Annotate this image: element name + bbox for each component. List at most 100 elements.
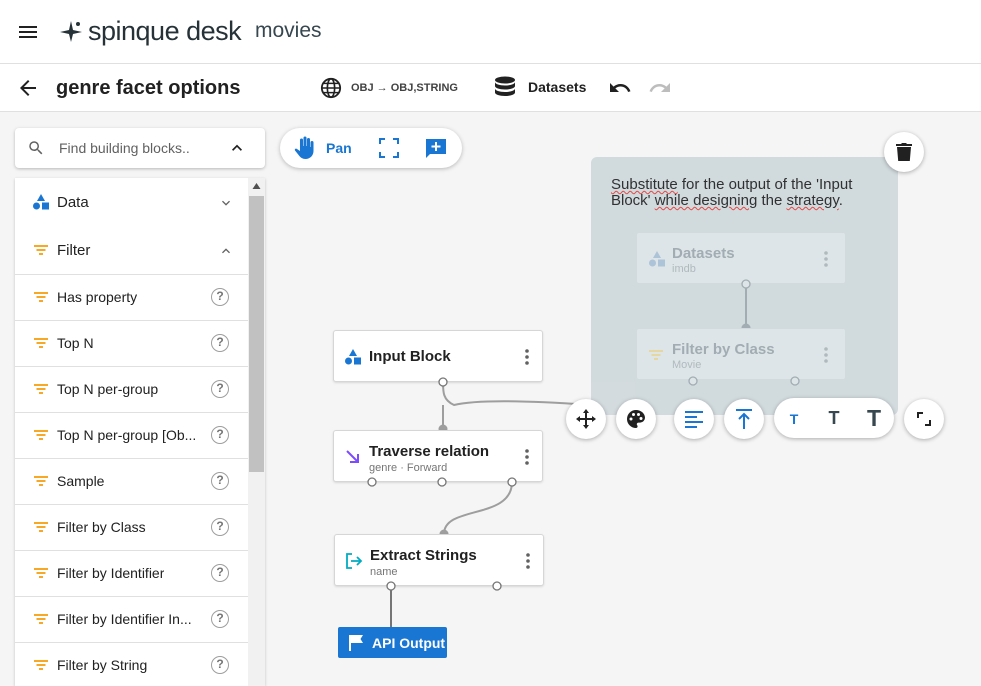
output-port[interactable] — [507, 477, 517, 487]
block-item-top-n-per-group[interactable]: Top N per-group ? — [15, 366, 248, 412]
sidebar-scrollbar[interactable] — [248, 178, 265, 686]
category-data[interactable]: Data — [15, 178, 248, 226]
block-item-filter-by-identifier-in[interactable]: Filter by Identifier In... ? — [15, 596, 248, 642]
move-note-button[interactable] — [566, 399, 606, 439]
help-icon[interactable]: ? — [211, 334, 229, 352]
block-item-has-property[interactable]: Has property ? — [15, 274, 248, 320]
block-item-filter-by-string[interactable]: Filter by String ? — [15, 642, 248, 686]
app-bar: spinque desk movies — [0, 0, 981, 64]
vertical-align-top-button[interactable] — [724, 399, 764, 439]
chevron-up-icon[interactable] — [218, 243, 234, 259]
help-icon[interactable]: ? — [211, 518, 229, 536]
output-port[interactable] — [438, 377, 448, 387]
delete-note-button[interactable] — [884, 132, 924, 172]
filter-icon — [649, 350, 663, 360]
pan-label: Pan — [326, 140, 352, 156]
pan-button[interactable]: Pan — [294, 135, 352, 161]
vertical-align-top-icon — [736, 409, 752, 429]
app-logo[interactable]: spinque desk — [58, 14, 242, 48]
spinque-logo-icon — [60, 21, 82, 42]
help-icon[interactable]: ? — [211, 656, 229, 674]
category-label: Data — [57, 194, 89, 211]
category-filter[interactable]: Filter — [15, 226, 248, 274]
strategy-header: genre facet options OBJ → OBJ,STRING Dat… — [0, 64, 981, 112]
block-item-sample[interactable]: Sample ? — [15, 458, 248, 504]
block-item-label: Top N — [57, 335, 94, 351]
hand-icon — [294, 136, 314, 159]
help-icon[interactable]: ? — [211, 380, 229, 398]
ghost-ports — [688, 376, 800, 386]
note-text[interactable]: Substitute for the output of the 'Input … — [611, 177, 881, 209]
add-comment-icon[interactable] — [424, 136, 448, 160]
help-icon[interactable]: ? — [211, 610, 229, 628]
block-item-filter-by-identifier[interactable]: Filter by Identifier ? — [15, 550, 248, 596]
note-text-part: while designing — [654, 192, 758, 209]
align-left-icon — [685, 411, 703, 428]
hamburger-menu-icon[interactable] — [16, 20, 40, 44]
shapes-icon — [33, 194, 49, 210]
block-item-top-n[interactable]: Top N ? — [15, 320, 248, 366]
api-output-node[interactable]: API Output — [338, 627, 447, 658]
filter-icon — [34, 568, 48, 578]
block-item-label: Top N per-group — [57, 381, 159, 397]
api-output-label: API Output — [372, 635, 446, 651]
fit-screen-icon[interactable] — [378, 137, 400, 159]
block-item-filter-by-class[interactable]: Filter by Class ? — [15, 504, 248, 550]
block-item-label: Top N per-group [Ob... — [57, 427, 197, 443]
block-item-top-n-per-group-ob[interactable]: Top N per-group [Ob... ? — [15, 412, 248, 458]
ghost-edge — [741, 279, 751, 333]
undo-icon[interactable] — [608, 76, 632, 100]
ghost-node-title: Filter by Class — [672, 341, 775, 358]
database-icon[interactable] — [494, 76, 516, 100]
palette-icon — [627, 410, 645, 428]
filter-icon — [34, 522, 48, 532]
help-icon[interactable]: ? — [211, 426, 229, 444]
output-port[interactable] — [492, 581, 502, 591]
ghost-node-filter-by-class: Filter by Class Movie — [636, 328, 846, 380]
block-item-label: Sample — [57, 473, 105, 489]
datasets-link[interactable]: Datasets — [528, 79, 586, 95]
note-card[interactable]: Substitute for the output of the 'Input … — [591, 157, 898, 415]
resize-note-button[interactable] — [904, 399, 944, 439]
search-icon — [29, 141, 43, 155]
block-item-label: Filter by Class — [57, 519, 146, 535]
globe-icon — [320, 77, 342, 99]
shapes-icon — [649, 251, 665, 267]
scroll-up-arrow-icon[interactable] — [252, 182, 261, 190]
filter-icon — [34, 384, 48, 394]
more-vert-icon — [824, 251, 828, 267]
scrollbar-thumb[interactable] — [249, 196, 264, 472]
type-signature: OBJ → OBJ,STRING — [351, 82, 458, 94]
flag-icon — [349, 635, 363, 651]
filter-icon — [34, 660, 48, 670]
block-item-label: Filter by String — [57, 657, 148, 673]
ghost-node-title: Datasets — [672, 245, 735, 262]
align-text-button[interactable] — [674, 399, 714, 439]
help-icon[interactable]: ? — [211, 288, 229, 306]
page-title: genre facet options — [56, 77, 241, 99]
ghost-node-datasets: Datasets imdb — [636, 232, 846, 284]
back-arrow-icon[interactable] — [16, 76, 40, 100]
more-vert-icon — [824, 347, 828, 363]
filter-icon — [34, 614, 48, 624]
text-size-large[interactable]: T — [854, 398, 894, 438]
search-input[interactable] — [59, 136, 219, 160]
building-block-search — [15, 128, 265, 168]
text-size-small[interactable]: T — [774, 398, 814, 438]
node-title: Input Block — [369, 348, 451, 365]
help-icon[interactable]: ? — [211, 472, 229, 490]
note-text-part: Substitute — [611, 176, 678, 193]
note-text-part: the — [757, 192, 787, 209]
output-port[interactable] — [386, 581, 396, 591]
chevron-down-icon[interactable] — [218, 195, 234, 211]
redo-icon[interactable] — [648, 76, 672, 100]
project-name: movies — [255, 19, 322, 42]
more-vert-icon[interactable] — [524, 348, 530, 366]
chevron-up-icon[interactable] — [227, 138, 247, 158]
output-port[interactable] — [367, 477, 377, 487]
text-size-medium[interactable]: T — [814, 398, 854, 438]
help-icon[interactable]: ? — [211, 564, 229, 582]
block-item-label: Filter by Identifier — [57, 565, 165, 581]
output-port[interactable] — [437, 477, 447, 487]
note-color-button[interactable] — [616, 399, 656, 439]
